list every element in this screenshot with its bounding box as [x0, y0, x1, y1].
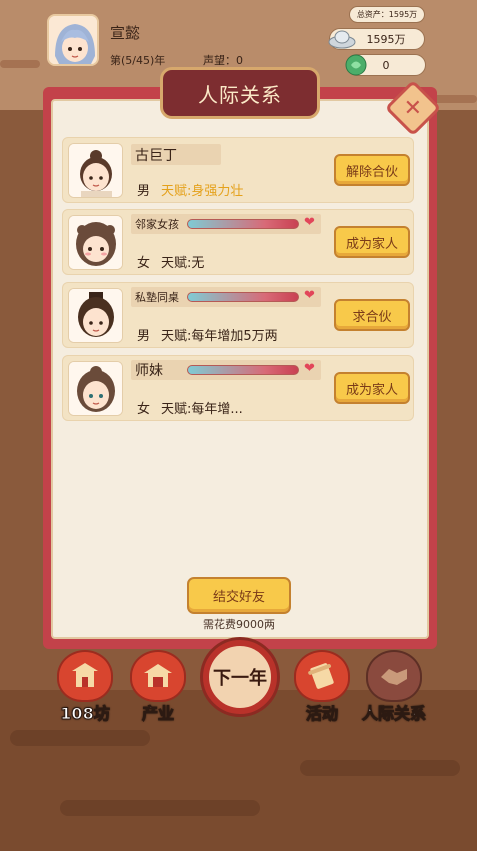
contact-avatar[interactable]	[68, 215, 123, 270]
become-family-button[interactable]: 成为家人	[334, 372, 410, 404]
panel-title: 人际关系	[160, 67, 320, 119]
contact-name: 古巨丁	[131, 144, 221, 165]
nav-relations[interactable]: 人际关系	[361, 650, 427, 724]
relation-label: 邻家女孩	[135, 218, 179, 231]
contact-relation: 邻家女孩 ❤	[131, 214, 321, 234]
contact-relation: 师妹 ❤	[131, 360, 321, 380]
become-family-button[interactable]: 成为家人	[334, 226, 410, 258]
player-fame: 声望：0	[203, 54, 243, 67]
jade-icon	[341, 53, 371, 77]
contact-talent: 天赋:每年增...	[161, 402, 243, 417]
contact-card: 私塾同桌 ❤ 男 天赋:每年增加5万两 求合伙	[62, 282, 414, 348]
next-year-button[interactable]: 下一年	[203, 640, 277, 714]
handshake-icon	[366, 650, 422, 702]
player-age: 第(5/45)年	[110, 54, 166, 67]
contact-gender: 女	[137, 256, 151, 271]
affection-bar	[187, 219, 299, 229]
pavilion-icon	[57, 650, 113, 702]
contact-gender: 男	[137, 184, 151, 199]
house-icon	[130, 650, 186, 702]
close-icon: ✕	[403, 95, 423, 121]
dissolve-partnership-button[interactable]: 解除合伙	[334, 154, 410, 186]
contact-talent: 天赋:每年增加5万两	[161, 329, 278, 344]
background-stripe	[430, 95, 477, 103]
cost-text: 需花费9000两	[203, 618, 275, 631]
affection-bar	[187, 365, 299, 375]
affection-bar	[187, 292, 299, 302]
contact-card: 邻家女孩 ❤ 女 天赋:无 成为家人	[62, 209, 414, 275]
heart-icon: ❤	[304, 215, 315, 230]
contact-avatar[interactable]	[68, 361, 123, 416]
jade-value: 0	[382, 58, 390, 72]
player-name: 宣懿	[110, 24, 141, 42]
contact-avatar[interactable]	[68, 288, 123, 343]
nav-industry-label: 产业	[141, 704, 174, 724]
background-stripe	[0, 60, 40, 68]
total-assets-badge: 总资产：1595万	[349, 6, 425, 23]
contact-card: 古巨丁 男 天赋:身强力壮 解除合伙	[62, 137, 414, 203]
silver-ingot-icon	[327, 27, 357, 51]
contact-relation: 私塾同桌 ❤	[131, 287, 321, 307]
make-friends-button[interactable]: 结交好友	[187, 577, 291, 614]
contact-talent: 天赋:无	[161, 256, 205, 271]
relation-label: 私塾同桌	[135, 291, 179, 304]
relation-label: 师妹	[135, 363, 163, 379]
seek-partnership-button[interactable]: 求合伙	[334, 299, 410, 331]
contact-gender: 男	[137, 329, 151, 344]
contact-talent: 天赋:身强力壮	[161, 184, 244, 199]
nav-activity[interactable]: 活动	[292, 650, 352, 724]
silver-value: 1595万	[366, 33, 406, 46]
contact-avatar[interactable]	[68, 143, 123, 198]
nav-relations-label: 人际关系	[361, 704, 426, 724]
nav-shop[interactable]: 108坊	[55, 650, 115, 724]
scroll-icon	[294, 650, 350, 702]
nav-industry[interactable]: 产业	[128, 650, 188, 724]
player-avatar[interactable]	[47, 14, 99, 66]
contact-gender: 女	[137, 402, 151, 417]
heart-icon: ❤	[304, 361, 315, 376]
contact-card: 师妹 ❤ 女 天赋:每年增... 成为家人	[62, 355, 414, 421]
heart-icon: ❤	[304, 288, 315, 303]
